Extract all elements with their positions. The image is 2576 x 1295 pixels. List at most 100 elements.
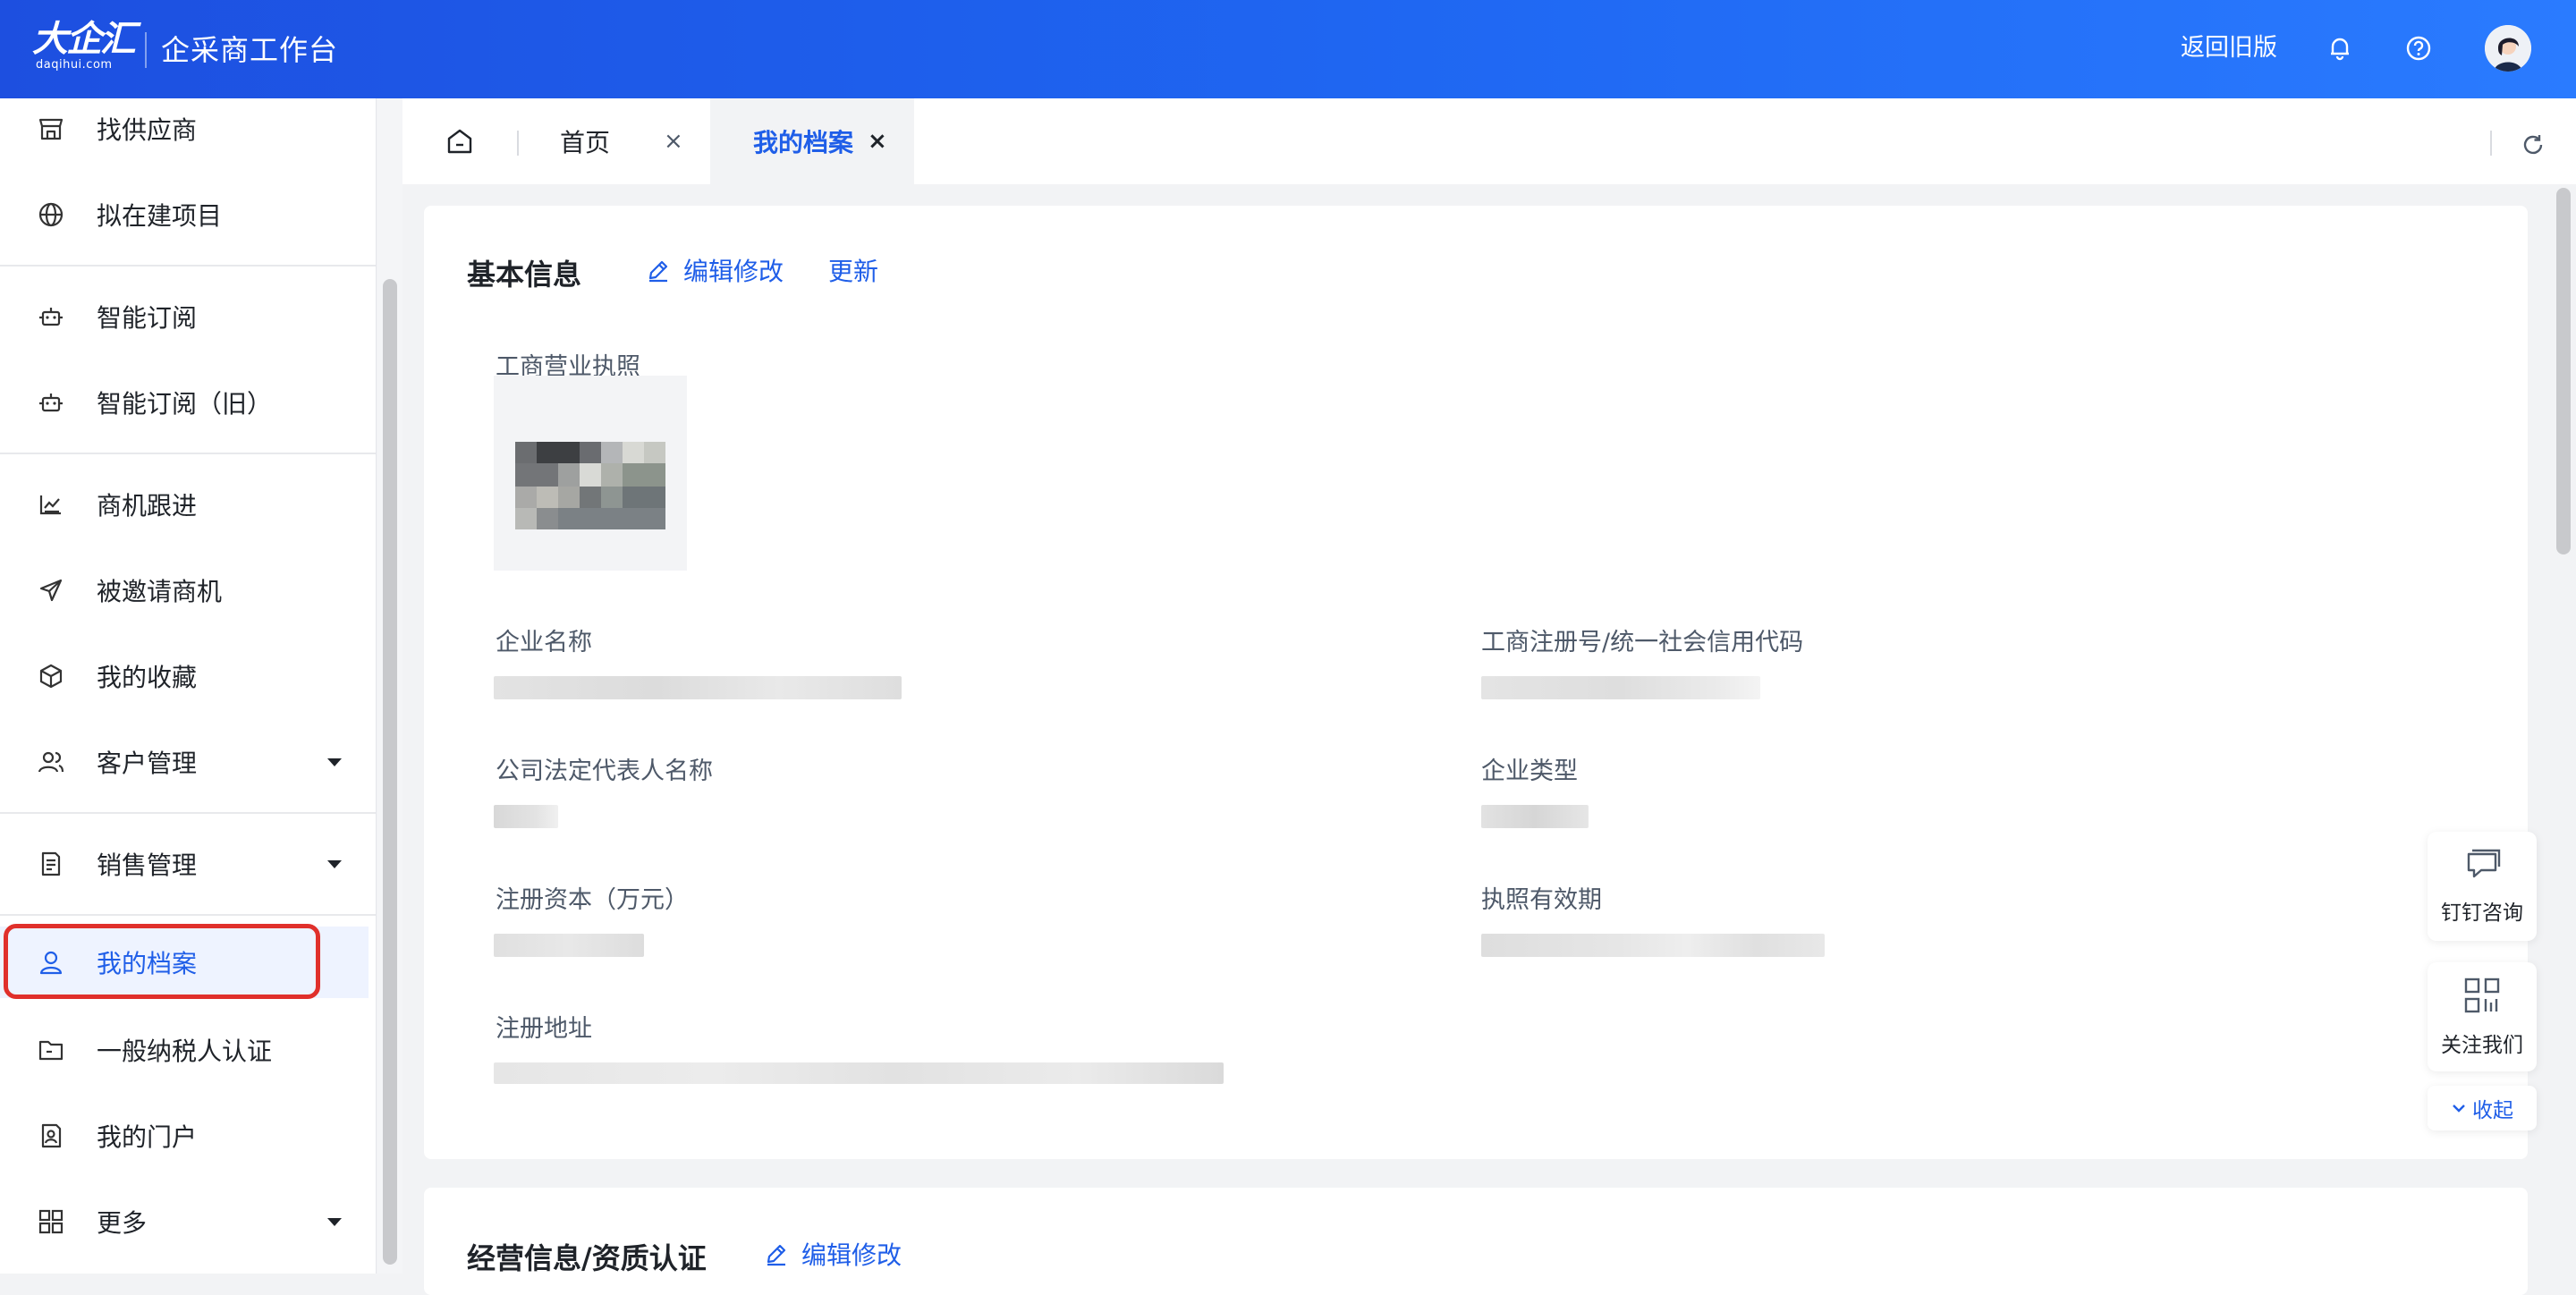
sidebar-divider bbox=[0, 453, 376, 454]
doc-icon bbox=[36, 849, 66, 879]
company-name-label: 企业名称 bbox=[496, 629, 592, 656]
tab-home[interactable]: 首页 × bbox=[519, 98, 710, 184]
globe-icon bbox=[36, 199, 66, 230]
reg-code-value bbox=[1481, 676, 1760, 699]
chat-icon bbox=[2462, 847, 2503, 886]
license-image[interactable] bbox=[494, 376, 687, 571]
sidebar-divider bbox=[0, 812, 376, 814]
tab-label: 首页 bbox=[560, 128, 611, 157]
sidebar-item-label: 我的收藏 bbox=[97, 663, 198, 692]
sidebar-item-label: 更多 bbox=[97, 1208, 148, 1238]
help-icon[interactable] bbox=[2401, 30, 2436, 66]
sidebar-item-taxpayer-certification[interactable]: 一般纳税人认证 bbox=[0, 1014, 369, 1086]
sidebar-item-customer-management[interactable]: 客户管理 bbox=[0, 726, 369, 798]
sidebar-item-label: 我的门户 bbox=[97, 1122, 198, 1152]
sidebar-scrollbar-thumb[interactable] bbox=[383, 279, 397, 1265]
header-divider bbox=[145, 32, 147, 68]
update-label: 更新 bbox=[828, 257, 879, 286]
license-validity-label: 执照有效期 bbox=[1481, 886, 1602, 914]
close-icon[interactable]: × bbox=[664, 128, 683, 155]
chevron-down-icon bbox=[327, 1217, 342, 1226]
sidebar-item-label: 找供应商 bbox=[97, 115, 198, 145]
sidebar-divider bbox=[0, 914, 376, 916]
reg-capital-value bbox=[494, 934, 644, 957]
follow-label: 关注我们 bbox=[2441, 1034, 2523, 1057]
sidebar-item-smart-subscription[interactable]: 智能订阅 bbox=[0, 281, 369, 352]
close-icon[interactable]: × bbox=[868, 128, 887, 155]
reg-capital-label: 注册资本（万元） bbox=[496, 886, 689, 914]
legal-rep-value bbox=[494, 805, 558, 828]
company-type-label: 企业类型 bbox=[1481, 758, 1578, 785]
edit-label: 编辑修改 bbox=[683, 257, 784, 286]
dingtalk-label: 钉钉咨询 bbox=[2441, 901, 2523, 925]
sidebar-divider bbox=[0, 265, 376, 267]
sidebar-item-label: 一般纳税人认证 bbox=[97, 1037, 273, 1066]
sidebar-item-find-supplier[interactable]: 找供应商 bbox=[0, 93, 369, 165]
box-icon bbox=[36, 661, 66, 691]
sidebar-item-sales-management[interactable]: 销售管理 bbox=[0, 828, 369, 900]
tab-my-profile[interactable]: 我的档案 × bbox=[710, 98, 914, 184]
bell-icon[interactable] bbox=[2322, 30, 2358, 66]
dingtalk-consult-button[interactable]: 钉钉咨询 bbox=[2428, 832, 2537, 941]
sidebar-item-invited-opportunities[interactable]: 被邀请商机 bbox=[0, 554, 369, 626]
users-icon bbox=[36, 747, 66, 777]
edit-basic-info-button[interactable]: 编辑修改 bbox=[646, 252, 784, 288]
logo-text: 大企汇 bbox=[32, 19, 136, 60]
sidebar-item-opportunity-followup[interactable]: 商机跟进 bbox=[0, 469, 369, 540]
legal-rep-label: 公司法定代表人名称 bbox=[496, 758, 713, 785]
portal-icon bbox=[36, 1121, 66, 1151]
send-icon bbox=[36, 575, 66, 605]
logo[interactable]: 大企汇 daqihui.com bbox=[32, 19, 136, 72]
tab-label: 我的档案 bbox=[753, 128, 854, 157]
reg-code-label: 工商注册号/统一社会信用代码 bbox=[1481, 629, 1804, 656]
sidebar-item-label: 智能订阅（旧） bbox=[97, 389, 273, 419]
back-old-version-link[interactable]: 返回旧版 bbox=[2181, 30, 2277, 66]
sidebar-item-label: 销售管理 bbox=[97, 851, 198, 880]
sidebar-item-label: 被邀请商机 bbox=[97, 577, 223, 606]
grid-icon bbox=[36, 1206, 66, 1237]
follow-us-button[interactable]: 关注我们 bbox=[2428, 962, 2537, 1071]
company-name-value bbox=[494, 676, 902, 699]
tab-separator bbox=[2490, 131, 2492, 156]
sidebar-item-label: 客户管理 bbox=[97, 749, 198, 778]
sidebar-item-planned-projects[interactable]: 拟在建项目 bbox=[0, 179, 369, 250]
edit-icon bbox=[764, 1240, 791, 1267]
reg-address-value bbox=[494, 1062, 1224, 1084]
collapse-button[interactable]: 收起 bbox=[2428, 1086, 2537, 1130]
top-header: 大企汇 daqihui.com 企采商工作台 返回旧版 bbox=[0, 0, 2576, 98]
highlight-annotation bbox=[4, 924, 320, 999]
update-button[interactable]: 更新 bbox=[828, 252, 878, 288]
business-info-card bbox=[424, 1188, 2528, 1295]
collapse-label: 收起 bbox=[2472, 1099, 2513, 1122]
section-title-basic-info: 基本信息 bbox=[467, 258, 582, 292]
edit-icon bbox=[646, 257, 673, 284]
robot-icon bbox=[36, 301, 66, 332]
section-title-business-info: 经营信息/资质认证 bbox=[467, 1241, 707, 1275]
sidebar-item-label: 商机跟进 bbox=[97, 491, 198, 521]
chevron-down-icon bbox=[327, 758, 342, 766]
refresh-icon[interactable] bbox=[2515, 127, 2551, 163]
edit-business-info-button[interactable]: 编辑修改 bbox=[764, 1236, 902, 1272]
sidebar-item-label: 智能订阅 bbox=[97, 303, 198, 333]
robot-icon bbox=[36, 387, 66, 418]
home-icon[interactable] bbox=[402, 98, 517, 184]
chart-icon bbox=[36, 489, 66, 520]
logo-domain: daqihui.com bbox=[36, 58, 113, 72]
sidebar-item-label: 拟在建项目 bbox=[97, 201, 223, 231]
sidebar-item-my-favorites[interactable]: 我的收藏 bbox=[0, 640, 369, 712]
main-scrollbar-thumb[interactable] bbox=[2556, 188, 2571, 554]
company-type-value bbox=[1481, 805, 1589, 828]
sidebar-item-smart-subscription-old[interactable]: 智能订阅（旧） bbox=[0, 367, 369, 438]
chevron-down-icon bbox=[327, 859, 342, 868]
store-icon bbox=[36, 114, 66, 144]
license-validity-value bbox=[1481, 934, 1825, 957]
sidebar-item-my-portal[interactable]: 我的门户 bbox=[0, 1100, 369, 1172]
edit-label: 编辑修改 bbox=[801, 1240, 902, 1270]
reg-address-label: 注册地址 bbox=[496, 1015, 592, 1043]
avatar[interactable] bbox=[2485, 25, 2531, 72]
chevron-down-icon bbox=[2451, 1096, 2467, 1120]
folder-icon bbox=[36, 1035, 66, 1065]
sidebar-item-more[interactable]: 更多 bbox=[0, 1186, 369, 1257]
app-title: 企采商工作台 bbox=[161, 33, 339, 67]
qrcode-icon bbox=[2462, 976, 2502, 1019]
